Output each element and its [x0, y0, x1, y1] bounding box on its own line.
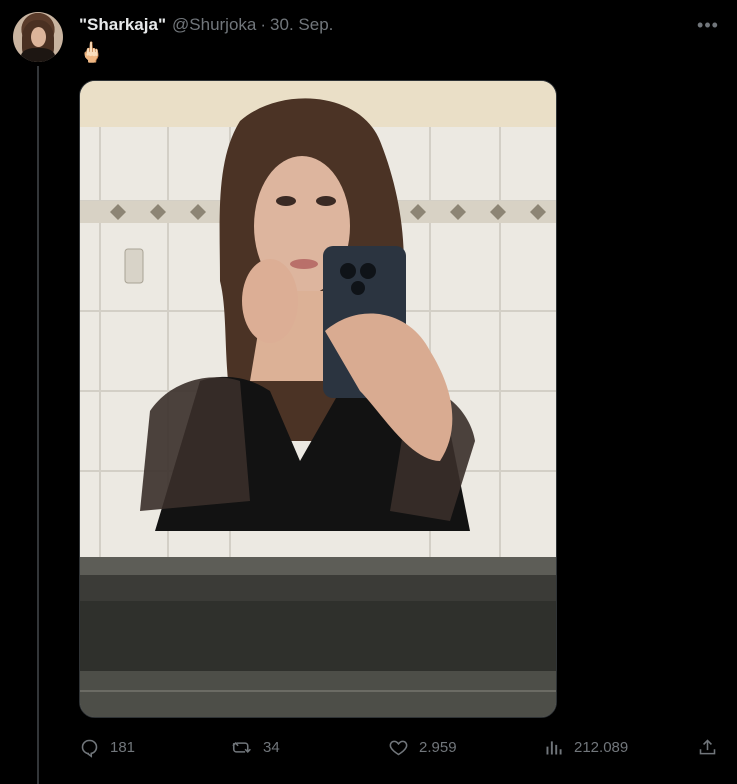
reply-count: 181	[110, 738, 136, 756]
views-button[interactable]: 212.089	[543, 735, 628, 759]
reply-icon	[81, 739, 98, 758]
avatar[interactable]	[13, 12, 63, 62]
retweet-button[interactable]: 34	[232, 735, 280, 759]
reply-button[interactable]: 181	[79, 735, 135, 759]
heart-icon	[389, 740, 408, 755]
tweet-header: "Sharkaja" @Shurjoka · 30. Sep.	[79, 14, 333, 36]
tweet-media[interactable]	[79, 80, 557, 718]
like-count: 2.959	[419, 738, 457, 756]
separator-dot: ·	[260, 15, 267, 34]
views-count: 212.089	[574, 738, 629, 756]
tweet-text: 🖕🏻	[79, 40, 104, 64]
avatar-body	[21, 48, 55, 62]
share-button[interactable]	[697, 735, 718, 759]
photo-image	[80, 81, 556, 717]
user-handle[interactable]: @Shurjoka	[172, 15, 256, 35]
more-options-button[interactable]: •••	[697, 14, 719, 36]
retweet-count: 34	[263, 738, 280, 756]
tweet-date[interactable]: 30. Sep.	[270, 15, 333, 35]
like-button[interactable]: 2.959	[388, 735, 457, 759]
share-icon	[699, 738, 716, 754]
display-name[interactable]: "Sharkaja"	[79, 15, 166, 35]
avatar-face	[31, 27, 46, 47]
tweet-actions: 181 34 2.959 212.089	[79, 735, 719, 759]
views-icon	[546, 740, 562, 754]
thread-line	[37, 66, 39, 784]
ellipsis-icon: •••	[697, 15, 719, 35]
retweet-icon	[232, 741, 251, 753]
